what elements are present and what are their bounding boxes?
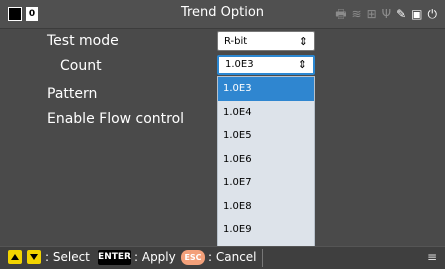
chevron-updown-icon: ⇕	[297, 58, 307, 71]
usb-icon: Ψ	[381, 7, 392, 21]
divider	[262, 249, 263, 267]
count-dropdown-list: 1.0E3 1.0E4 1.0E5 1.0E6 1.0E7 1.0E8 1.0E…	[217, 76, 315, 265]
dropdown-option[interactable]: 1.0E9	[218, 218, 314, 242]
test-mode-value: R-bit	[224, 36, 248, 47]
test-mode-label: Test mode	[47, 33, 119, 49]
power-icon: ⏻	[427, 7, 438, 21]
wifi-icon: ≋	[351, 7, 362, 21]
count-label: Count	[60, 58, 102, 74]
save-icon: ▣	[411, 7, 423, 21]
bottom-hint-bar: : Select ENTER : Apply ESC : Cancel ≡	[0, 246, 445, 269]
menu-icon[interactable]: ≡	[427, 250, 437, 264]
dropdown-option[interactable]: 1.0E7	[218, 171, 314, 195]
up-arrow-key-icon[interactable]	[8, 250, 22, 264]
printer-icon: 🖶	[335, 7, 347, 21]
count-select[interactable]: 1.0E3 ⇕	[217, 55, 315, 75]
status-icons: 🖶 ≋ ⊞ Ψ ✎ ▣ ⏻	[335, 6, 437, 22]
down-arrow-key-icon[interactable]	[27, 250, 41, 264]
title-bar: 0 Trend Option 🖶 ≋ ⊞ Ψ ✎ ▣ ⏻	[0, 0, 445, 29]
dropdown-option[interactable]: 1.0E6	[218, 148, 314, 172]
dropdown-option[interactable]: 1.0E3	[218, 77, 314, 101]
select-hint: : Select	[45, 250, 90, 264]
esc-key-button[interactable]: ESC	[181, 250, 205, 265]
network-icon: ⊞	[366, 7, 377, 21]
test-mode-select[interactable]: R-bit ⇕	[217, 31, 315, 51]
count-value: 1.0E3	[225, 59, 254, 70]
chevron-updown-icon: ⇕	[298, 35, 308, 48]
enter-key-button[interactable]: ENTER	[98, 250, 131, 265]
dropdown-option[interactable]: 1.0E4	[218, 101, 314, 125]
dropdown-option[interactable]: 1.0E8	[218, 195, 314, 219]
edit-icon: ✎	[396, 7, 407, 21]
enable-flow-control-label: Enable Flow control	[47, 111, 185, 127]
pattern-label: Pattern	[47, 86, 98, 102]
apply-hint: : Apply	[134, 250, 176, 264]
dropdown-option[interactable]: 1.0E5	[218, 124, 314, 148]
cancel-hint: : Cancel	[208, 250, 257, 264]
main-panel: Test mode R-bit ⇕ Count 1.0E3 ⇕ Pattern …	[0, 29, 445, 265]
